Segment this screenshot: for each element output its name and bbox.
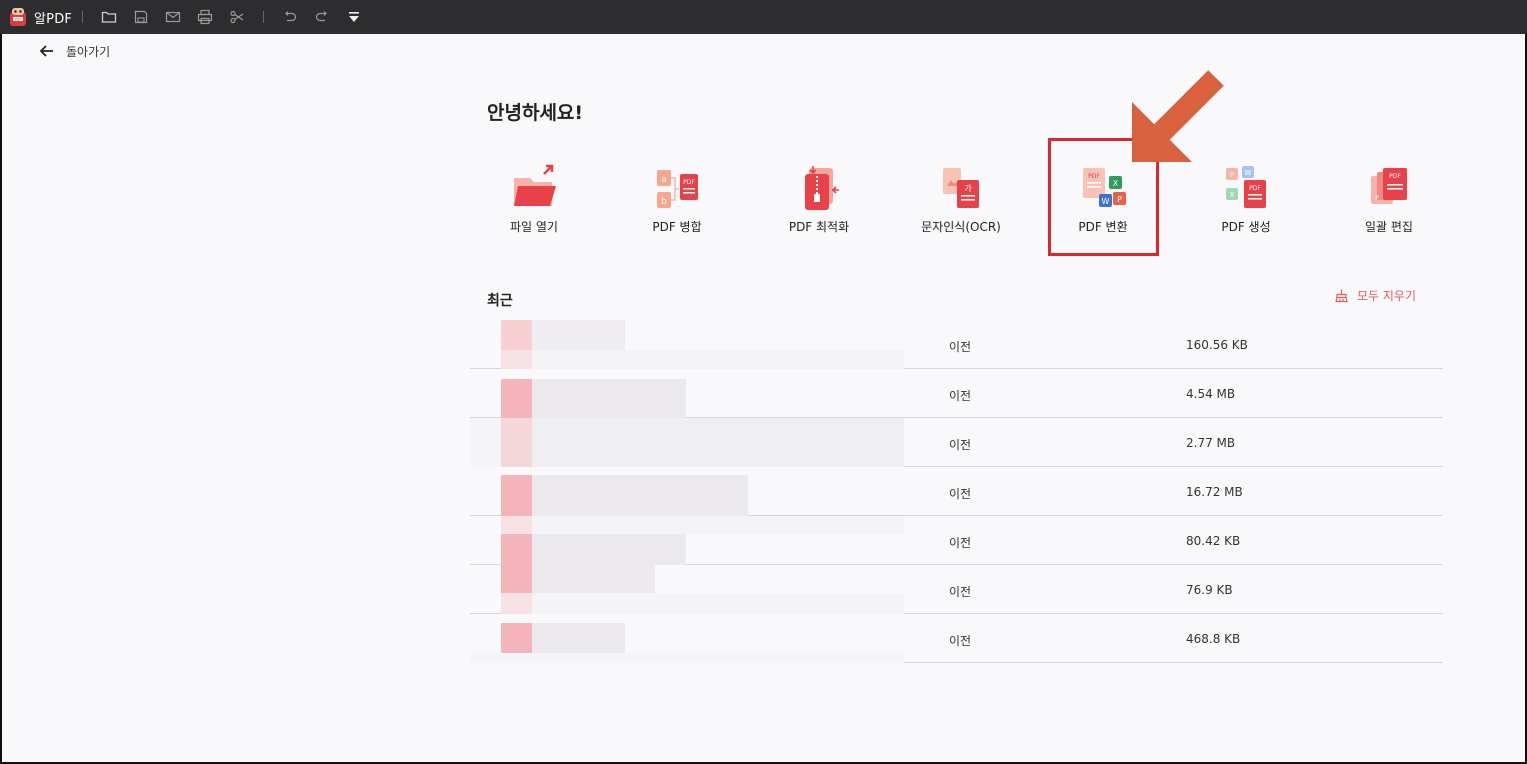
recent-file-row[interactable]: 이전 80.42 KB: [470, 516, 1443, 565]
back-label: 돌아가기: [66, 44, 111, 59]
pointer-arrow-icon: [1132, 70, 1224, 162]
file-modified: 이전: [949, 340, 972, 354]
app-logo-icon: PDF: [8, 6, 28, 28]
file-modified: 이전: [949, 585, 972, 599]
merge-icon: a b PDF: [657, 170, 698, 208]
file-name-redacted: [470, 565, 904, 614]
tool-optimize[interactable]: PDF 최적화: [759, 160, 879, 250]
svg-text:P: P: [1230, 171, 1234, 179]
svg-text:P: P: [1375, 195, 1379, 202]
file-size: 76.9 KB: [1186, 583, 1233, 597]
file-modified: 이전: [949, 389, 972, 403]
file-modified: 이전: [949, 634, 972, 648]
batch-edit-icon: PDF P: [1371, 168, 1407, 204]
svg-text:PDF: PDF: [683, 179, 695, 186]
save-icon[interactable]: [125, 0, 157, 34]
tool-batch-edit[interactable]: PDF P 일괄 편집: [1329, 160, 1449, 250]
greeting-title: 안녕하세요!: [487, 102, 584, 124]
toolbar-separator: [263, 11, 265, 23]
recent-file-list: 이전 160.56 KB 이전 4.54 MB 이전 2.77 MB 이전 16…: [470, 320, 1443, 663]
recent-title: 최근: [487, 293, 513, 309]
file-name-redacted: [470, 614, 904, 663]
tool-label: 파일 열기: [510, 220, 558, 234]
svg-text:PDF: PDF: [1249, 185, 1261, 192]
redo-icon[interactable]: [306, 0, 338, 34]
tool-merge[interactable]: a b PDF PDF 병합: [617, 160, 737, 250]
recent-file-row[interactable]: 이전 76.9 KB: [470, 565, 1443, 614]
recent-file-row[interactable]: 이전 16.72 MB: [470, 467, 1443, 516]
dropdown-icon[interactable]: [338, 0, 370, 34]
clear-all-button[interactable]: 모두 지우기: [1334, 287, 1416, 304]
recent-file-row[interactable]: 이전 160.56 KB: [470, 320, 1443, 369]
file-modified: 이전: [949, 438, 972, 452]
tool-ocr[interactable]: 가 문자인식(OCR): [901, 160, 1021, 250]
mail-icon[interactable]: [157, 0, 189, 34]
toolbar-separator: [82, 11, 84, 23]
folder-icon[interactable]: [93, 0, 125, 34]
svg-text:PDF: PDF: [1389, 173, 1401, 180]
file-name-redacted: [470, 320, 904, 369]
svg-text:X: X: [1230, 191, 1235, 199]
file-modified: 이전: [949, 487, 972, 501]
folder-open-icon: [514, 164, 556, 206]
svg-text:W: W: [1245, 169, 1252, 177]
file-name-redacted: [470, 418, 904, 467]
tool-grid: 파일 열기 a b PDF PDF 병합 PDF 최적화 가 문자인식(OCR)…: [470, 160, 1480, 250]
recent-file-row[interactable]: 이전 4.54 MB: [470, 369, 1443, 418]
file-size: 468.8 KB: [1186, 632, 1241, 646]
create-icon: P W X PDF: [1226, 166, 1266, 208]
tool-open-file[interactable]: 파일 열기: [474, 160, 594, 250]
broom-icon: [1335, 289, 1348, 303]
svg-text:가: 가: [964, 184, 972, 193]
brand: PDF 알PDF: [8, 6, 72, 28]
file-size: 80.42 KB: [1186, 534, 1241, 548]
svg-text:b: b: [661, 197, 667, 207]
clear-all-label: 모두 지우기: [1357, 289, 1417, 303]
tool-label: PDF 생성: [1221, 220, 1271, 234]
file-name-redacted: [470, 369, 904, 418]
print-icon[interactable]: [189, 0, 221, 34]
tool-label: PDF 병합: [652, 220, 702, 234]
recent-file-row[interactable]: 이전 2.77 MB: [470, 418, 1443, 467]
app-title: 알PDF: [34, 11, 73, 27]
arrow-left-icon: [39, 45, 53, 57]
file-size: 160.56 KB: [1186, 338, 1248, 352]
ocr-icon: 가: [943, 168, 979, 208]
undo-icon[interactable]: [274, 0, 306, 34]
tool-label: 일괄 편집: [1365, 220, 1413, 234]
scissors-icon[interactable]: [221, 0, 253, 34]
tool-label: PDF 최적화: [788, 220, 850, 234]
file-size: 2.77 MB: [1186, 436, 1236, 450]
file-size: 16.72 MB: [1186, 485, 1243, 499]
svg-text:PDF: PDF: [15, 17, 22, 21]
tool-label: 문자인식(OCR): [921, 220, 1001, 234]
zip-icon: [805, 166, 839, 210]
recent-file-row[interactable]: 이전 468.8 KB: [470, 614, 1443, 663]
file-size: 4.54 MB: [1186, 387, 1236, 401]
svg-text:a: a: [661, 175, 667, 185]
back-button[interactable]: 돌아가기: [38, 42, 110, 60]
tool-create[interactable]: P W X PDF PDF 생성: [1186, 160, 1306, 250]
file-name-redacted: [470, 516, 904, 565]
file-modified: 이전: [949, 536, 972, 550]
top-toolbar: PDF 알PDF: [0, 0, 1527, 34]
file-name-redacted: [470, 467, 904, 516]
